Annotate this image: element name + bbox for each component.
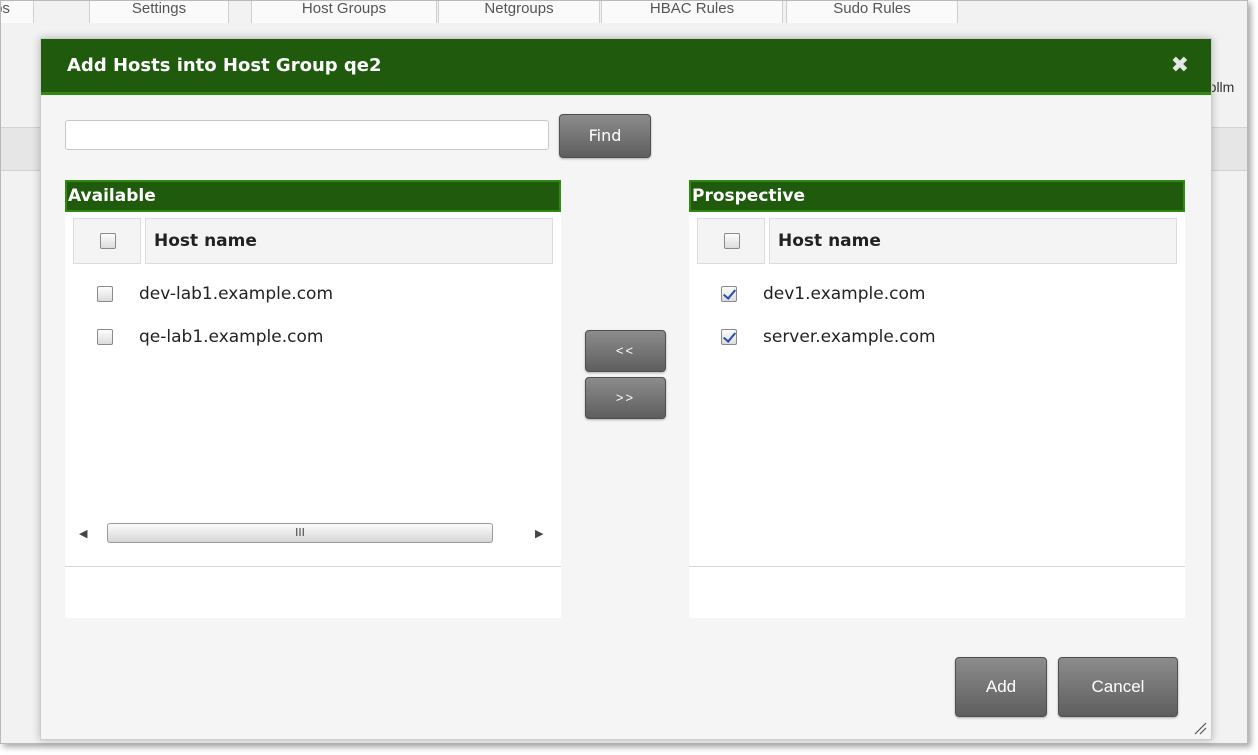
- host-name: server.example.com: [763, 327, 936, 347]
- list-item[interactable]: dev1.example.com: [689, 276, 1185, 316]
- background-tab-bar: ps Settings Host Groups Netgroups HBAC R…: [1, 1, 1247, 27]
- tab-host-groups[interactable]: Host Groups: [251, 1, 437, 23]
- add-button[interactable]: Add: [955, 657, 1047, 717]
- available-panel: Available Host name dev-lab1.example.com…: [65, 180, 561, 618]
- available-select-all-cell: [73, 218, 141, 264]
- available-footer-divider: [65, 566, 561, 567]
- prospective-header: Prospective: [689, 180, 1185, 212]
- tab-hbac-rules[interactable]: HBAC Rules: [601, 1, 783, 23]
- row-checkbox[interactable]: [721, 329, 737, 345]
- prospective-select-all-checkbox[interactable]: [724, 233, 740, 249]
- host-name: dev1.example.com: [763, 284, 926, 304]
- resize-grip-icon[interactable]: [1191, 719, 1207, 735]
- scroll-left-icon[interactable]: ◀: [79, 527, 87, 540]
- prospective-select-all-cell: [697, 218, 765, 264]
- move-right-button[interactable]: >>: [585, 377, 666, 419]
- scroll-right-icon[interactable]: ▶: [535, 527, 543, 540]
- tab-settings[interactable]: Settings: [89, 1, 229, 23]
- dialog-title: Add Hosts into Host Group qe2: [67, 55, 382, 76]
- dialog-titlebar[interactable]: Add Hosts into Host Group qe2: [41, 39, 1211, 95]
- tab-sudo-rules[interactable]: Sudo Rules: [786, 1, 958, 23]
- horizontal-scrollbar[interactable]: ◀ III ▶: [73, 522, 551, 546]
- available-select-all-checkbox[interactable]: [100, 233, 116, 249]
- row-checkbox[interactable]: [721, 286, 737, 302]
- prospective-column-header[interactable]: Host name: [769, 218, 1177, 264]
- cancel-button[interactable]: Cancel: [1058, 657, 1178, 717]
- search-input[interactable]: [65, 120, 549, 150]
- find-button[interactable]: Find: [559, 114, 651, 158]
- list-item[interactable]: dev-lab1.example.com: [65, 276, 561, 316]
- available-column-header[interactable]: Host name: [145, 218, 553, 264]
- move-left-button[interactable]: <<: [585, 330, 666, 372]
- row-checkbox[interactable]: [97, 329, 113, 345]
- host-name: qe-lab1.example.com: [139, 327, 324, 347]
- scroll-thumb[interactable]: III: [107, 523, 493, 543]
- host-name: dev-lab1.example.com: [139, 284, 334, 304]
- tab-groups[interactable]: ps: [1, 1, 34, 23]
- list-item[interactable]: qe-lab1.example.com: [65, 319, 561, 359]
- available-header: Available: [65, 180, 561, 212]
- add-hosts-dialog: Add Hosts into Host Group qe2 ✖ Find Ava…: [40, 38, 1212, 740]
- list-item[interactable]: server.example.com: [689, 319, 1185, 359]
- prospective-footer-divider: [689, 566, 1185, 567]
- close-icon[interactable]: ✖: [1171, 53, 1189, 79]
- tab-netgroups[interactable]: Netgroups: [438, 1, 600, 23]
- row-checkbox[interactable]: [97, 286, 113, 302]
- prospective-panel: Prospective Host name dev1.example.com s…: [689, 180, 1185, 618]
